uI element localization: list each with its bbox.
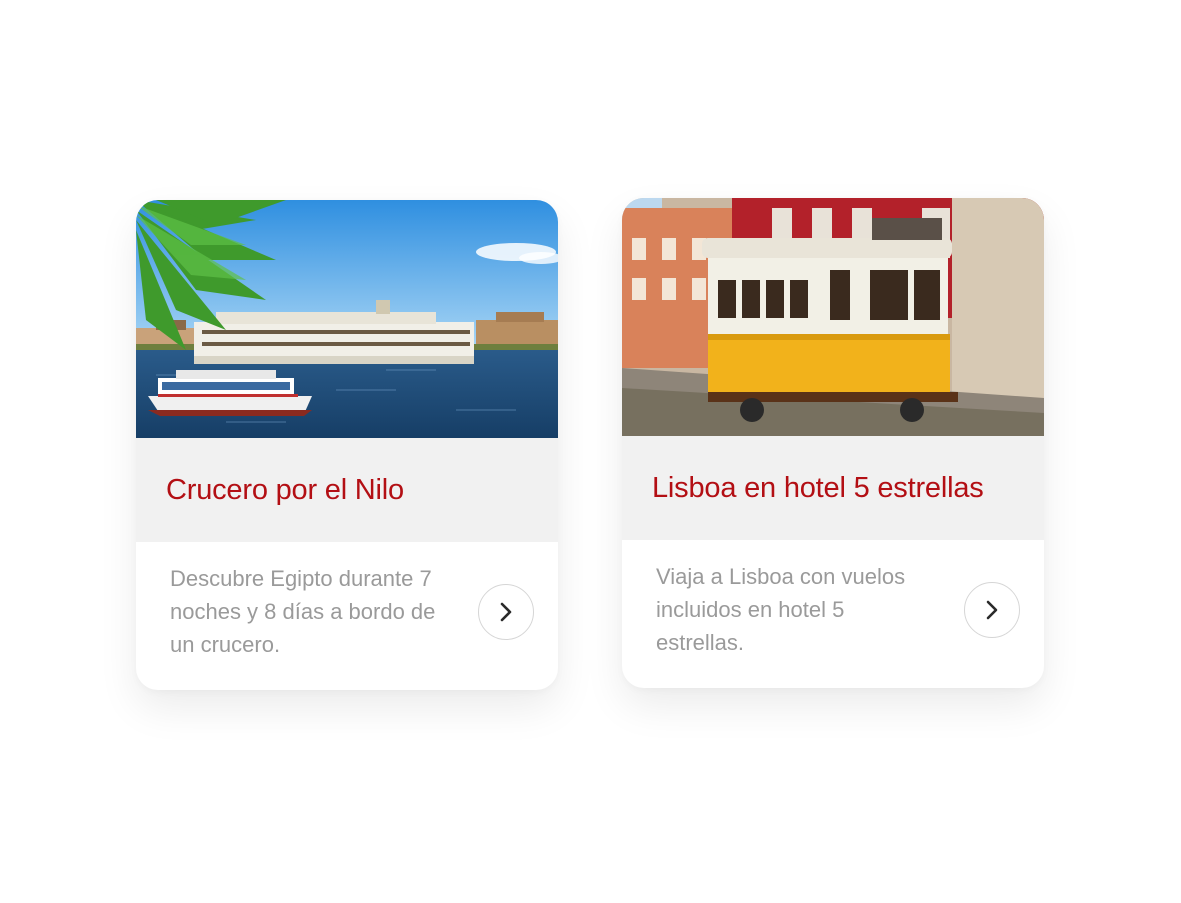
- lisbon-tram-photo: [622, 198, 1044, 436]
- chevron-right-icon: [500, 602, 512, 622]
- card-body: Descubre Egipto durante 7 noches y 8 día…: [136, 542, 558, 690]
- next-button[interactable]: [478, 584, 534, 640]
- offer-card-lisboa[interactable]: Lisboa en hotel 5 estrellas Viaja a Lisb…: [622, 198, 1044, 688]
- card-description: Descubre Egipto durante 7 noches y 8 día…: [170, 566, 436, 657]
- card-title: Lisboa en hotel 5 estrellas: [652, 471, 984, 504]
- card-title-band: Lisboa en hotel 5 estrellas: [622, 436, 1044, 540]
- next-button[interactable]: [964, 582, 1020, 638]
- nile-cruise-photo: [136, 200, 558, 438]
- card-title: Crucero por el Nilo: [166, 473, 404, 506]
- offers-area: Crucero por el Nilo Descubre Egipto dura…: [0, 0, 1181, 903]
- chevron-right-icon: [986, 600, 998, 620]
- card-description: Viaja a Lisboa con vuelos incluidos en h…: [656, 564, 906, 655]
- card-body: Viaja a Lisboa con vuelos incluidos en h…: [622, 540, 1044, 688]
- card-title-band: Crucero por el Nilo: [136, 438, 558, 542]
- offer-card-nile[interactable]: Crucero por el Nilo Descubre Egipto dura…: [136, 200, 558, 690]
